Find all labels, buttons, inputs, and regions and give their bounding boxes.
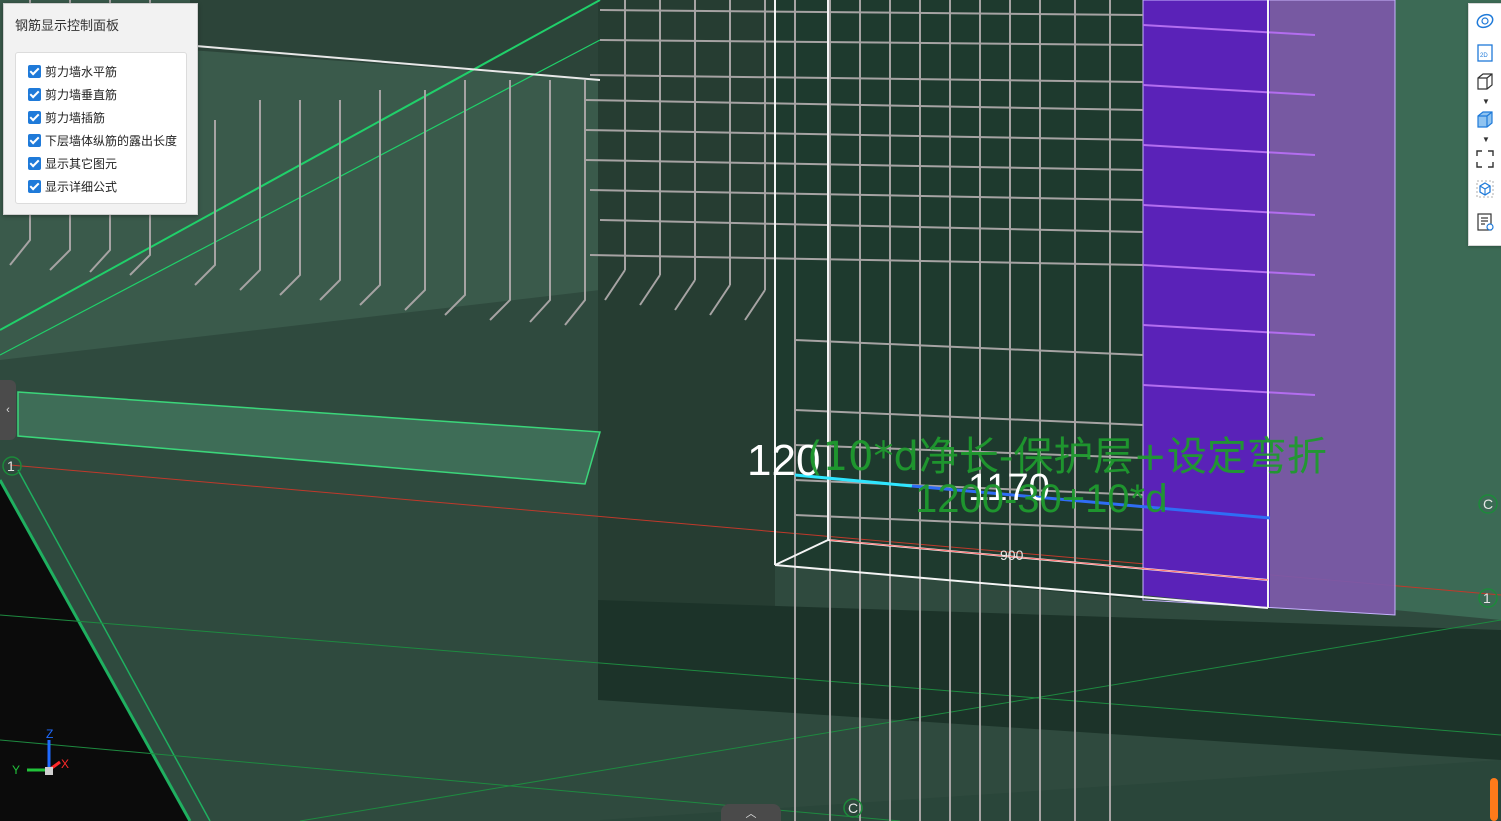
panel-title: 钢筋显示控制面板 — [15, 18, 120, 33]
option-label: 下层墙体纵筋的露出长度 — [45, 133, 178, 148]
fullscreen-icon — [1476, 150, 1494, 168]
expand-bottom-panel-button[interactable]: ︿ — [721, 804, 781, 821]
rotate-view-button[interactable] — [1474, 10, 1496, 32]
option-label: 显示其它图元 — [45, 156, 118, 171]
option-show-other-elements[interactable]: 显示其它图元 — [28, 154, 117, 172]
fullscreen-button[interactable] — [1474, 148, 1496, 170]
collapse-left-panel-button[interactable]: ‹ — [0, 380, 16, 440]
solid-view-button[interactable] — [1474, 109, 1496, 131]
option-wall-vertical-bar[interactable]: 剪力墙垂直筋 — [28, 85, 117, 103]
checkbox-checked-icon[interactable] — [28, 64, 41, 78]
report-button[interactable] — [1474, 211, 1496, 233]
chevron-down-icon[interactable]: ▼ — [1482, 135, 1490, 144]
home-view-icon — [1476, 180, 1494, 198]
checkbox-checked-icon[interactable] — [28, 87, 41, 101]
wireframe-view-button[interactable] — [1474, 71, 1496, 93]
view-toolbar: 2D ▼ ▼ — [1468, 3, 1501, 246]
option-wall-horizontal-bar[interactable]: 剪力墙水平筋 — [28, 62, 117, 80]
2d-view-icon: 2D — [1477, 44, 1493, 62]
home-view-button[interactable] — [1474, 178, 1496, 200]
option-label: 显示详细公式 — [45, 179, 118, 194]
chevron-down-icon[interactable]: ▼ — [1482, 97, 1490, 106]
option-label: 剪力墙水平筋 — [45, 64, 118, 79]
svg-text:2D: 2D — [1480, 53, 1488, 59]
checkbox-checked-icon[interactable] — [28, 156, 41, 170]
option-lower-wall-exposed-length[interactable]: 下层墙体纵筋的露出长度 — [28, 131, 177, 149]
rebar-display-control-panel: 钢筋显示控制面板 剪力墙水平筋 剪力墙垂直筋 剪力墙插筋 下层墙体纵筋的露出长度… — [3, 3, 198, 215]
options-group: 剪力墙水平筋 剪力墙垂直筋 剪力墙插筋 下层墙体纵筋的露出长度 显示其它图元 显… — [15, 52, 187, 204]
chevron-left-icon: ‹ — [6, 404, 10, 416]
option-show-detailed-formula[interactable]: 显示详细公式 — [28, 177, 117, 195]
option-wall-dowel-bar[interactable]: 剪力墙插筋 — [28, 108, 105, 126]
3d-viewport[interactable] — [0, 0, 1501, 821]
report-icon — [1477, 213, 1494, 231]
chevron-up-icon: ︿ — [745, 807, 757, 820]
checkbox-checked-icon[interactable] — [28, 133, 41, 147]
checkbox-checked-icon[interactable] — [28, 110, 41, 124]
option-label: 剪力墙垂直筋 — [45, 87, 118, 102]
solid-box-icon — [1477, 111, 1493, 128]
wireframe-box-icon — [1477, 73, 1493, 90]
vertical-scrollbar-thumb[interactable] — [1490, 778, 1498, 821]
rotate-view-icon — [1476, 13, 1494, 29]
option-label: 剪力墙插筋 — [45, 110, 106, 125]
2d-view-button[interactable]: 2D — [1474, 42, 1496, 64]
checkbox-checked-icon[interactable] — [28, 179, 41, 193]
